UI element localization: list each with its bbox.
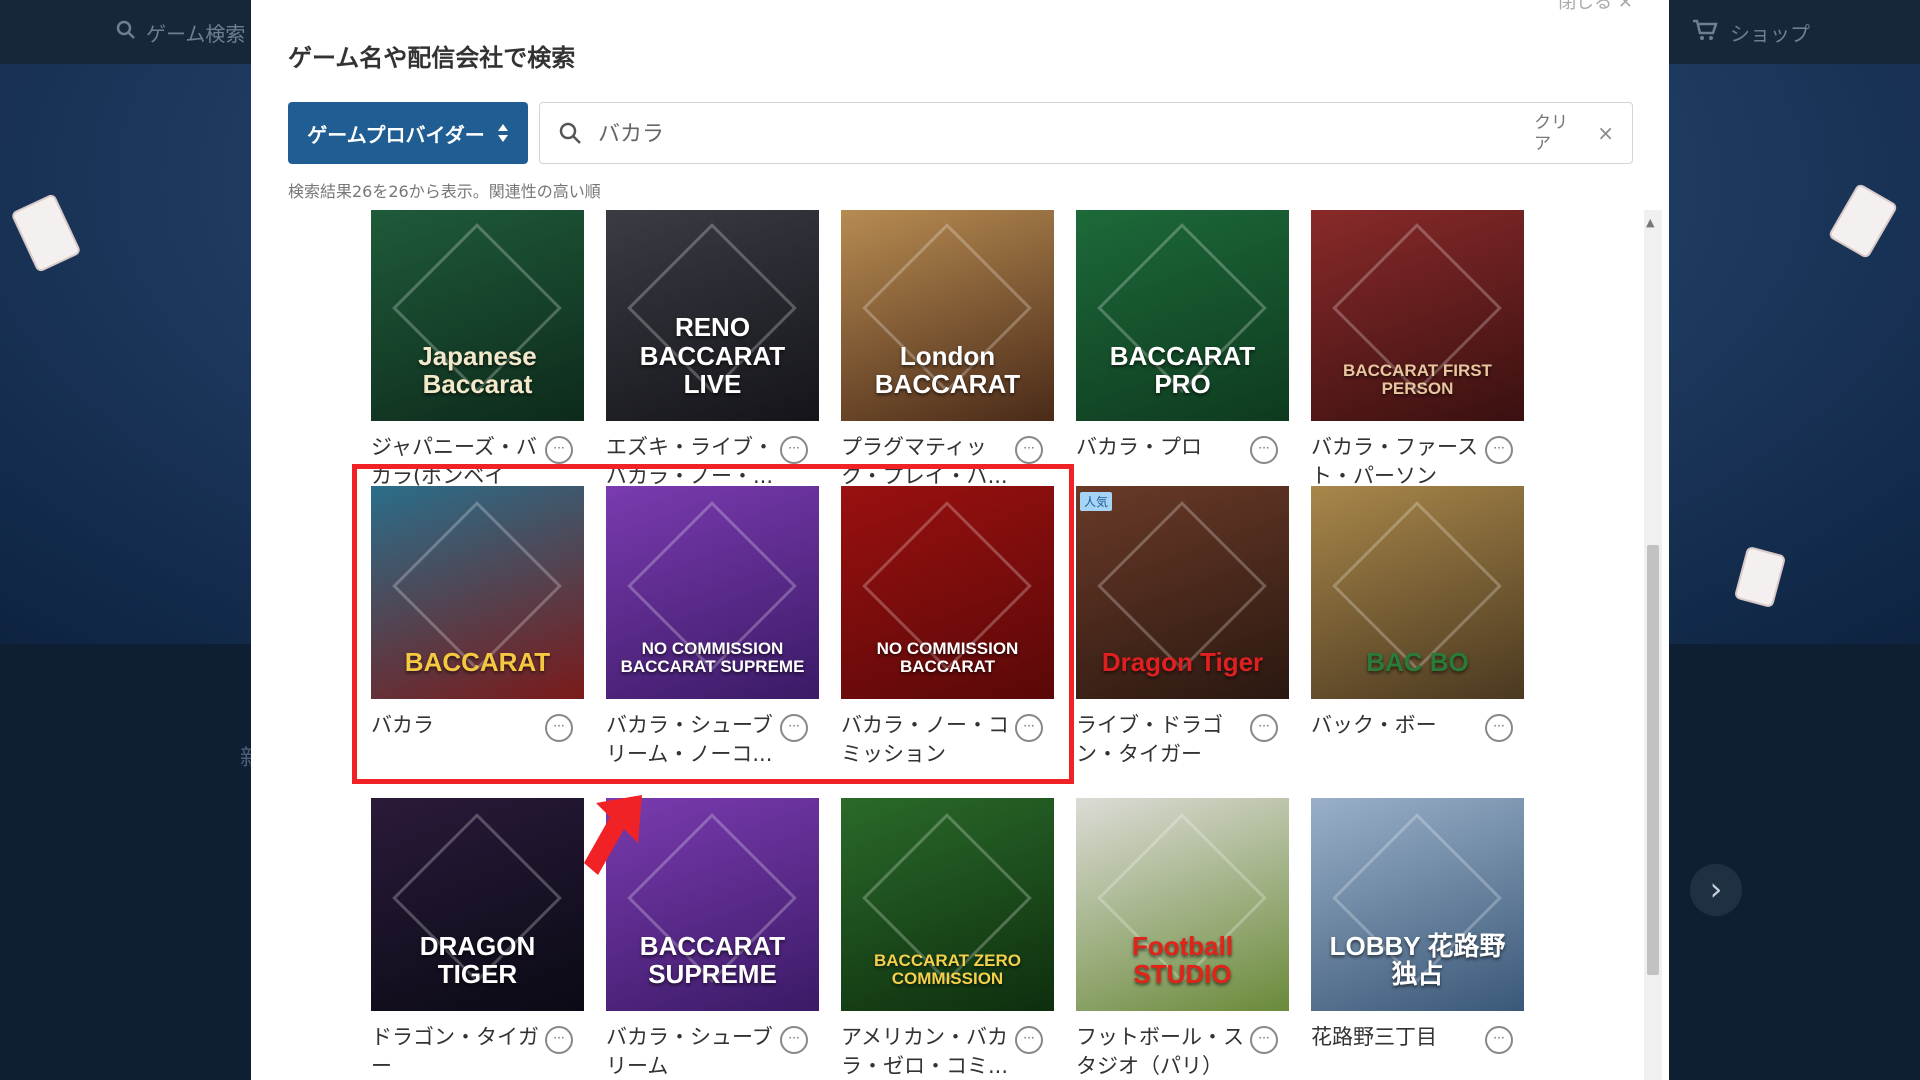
search-icon [558,121,584,147]
game-title[interactable]: プラグマティック・プレイ・バ... [841,433,1011,491]
more-options-icon[interactable]: ··· [1015,436,1043,464]
search-modal: 閉じる ✕ ゲーム名や配信会社で検索 ゲームプロバイダー クリア × 検索結果2… [251,0,1669,1080]
game-tile[interactable]: NO COMMISSION BACCARAT SUPREME [606,486,819,699]
game-title[interactable]: ドラゴン・タイガー [371,1023,541,1080]
game-tile[interactable]: London BACCARAT [841,210,1054,421]
more-options-icon[interactable]: ··· [780,714,808,742]
more-options-icon[interactable]: ··· [780,1026,808,1054]
game-thumbnail-title: BACCARAT SUPREME [639,930,786,990]
game-tile[interactable]: BACCARAT ZERO COMMISSION [841,798,1054,1011]
game-thumbnail-art [392,501,562,671]
game-tile[interactable]: BACCARAT PRO [1076,210,1289,421]
game-tile[interactable]: Football STUDIO [1076,798,1289,1011]
more-options-icon[interactable]: ··· [780,436,808,464]
game-tile[interactable]: LOBBY 花路野 独占 [1311,798,1524,1011]
game-thumbnail-title: BACCARAT FIRST PERSON [1343,360,1492,399]
clear-icon[interactable]: × [1597,121,1614,145]
more-options-icon[interactable]: ··· [545,714,573,742]
game-tile[interactable]: BACCARAT FIRST PERSON [1311,210,1524,421]
carousel-next-button[interactable]: › [1690,864,1742,916]
game-tile[interactable]: BACCARAT [371,486,584,699]
clear-button[interactable]: クリア [1534,113,1574,155]
game-thumbnail-art [1332,501,1502,671]
more-options-icon[interactable]: ··· [1485,714,1513,742]
shop-link[interactable]: ショップ [1692,18,1810,47]
game-title[interactable]: バカラ [371,711,541,740]
search-icon [116,20,136,45]
more-options-icon[interactable]: ··· [1015,1026,1043,1054]
game-thumbnail-title: London BACCARAT [874,340,1021,400]
game-title[interactable]: バック・ボー [1311,711,1481,740]
game-title[interactable]: バカラ・ノー・コミッション [841,711,1011,769]
search-input[interactable] [598,119,1498,144]
game-title[interactable]: アメリカン・バカラ・ゼロ・コミ... [841,1023,1011,1080]
background-search-label: ゲーム検索 [146,22,246,46]
game-tile[interactable]: RENO BACCARAT LIVE [606,210,819,421]
search-box[interactable]: クリア × [539,102,1633,164]
more-options-icon[interactable]: ··· [1015,714,1043,742]
more-options-icon[interactable]: ··· [1250,1026,1278,1054]
game-thumbnail-title: DRAGON TIGER [419,930,536,990]
shop-label: ショップ [1730,22,1810,46]
background-search[interactable]: ゲーム検索 [116,18,245,47]
game-thumbnail-art [1097,501,1267,671]
game-thumbnail-title: Football STUDIO [1131,930,1234,990]
provider-filter-button[interactable]: ゲームプロバイダー [288,102,528,164]
scrollbar[interactable]: ▲ [1644,210,1662,1080]
game-tile[interactable]: Japanese Baccarat [371,210,584,421]
more-options-icon[interactable]: ··· [545,436,573,464]
game-tile[interactable]: NO COMMISSION BACCARAT [841,486,1054,699]
game-title[interactable]: バカラ・シューブリーム [606,1023,776,1080]
game-thumbnail-title: RENO BACCARAT LIVE [639,312,786,400]
modal-title: ゲーム名や配信会社で検索 [288,44,576,72]
more-options-icon[interactable]: ··· [1485,436,1513,464]
game-tile[interactable]: Dragon Tiger 人気 [1076,486,1289,699]
scroll-up-icon[interactable]: ▲ [1646,216,1654,229]
pointer-arrow-icon [584,795,642,875]
game-thumbnail-title: BAC BO [1366,647,1469,678]
game-thumbnail-title: Japanese Baccarat [418,340,537,400]
game-grid: Japanese Baccaratジャパニーズ・バカラ(ボンベイク...···R… [251,210,1669,1080]
close-button[interactable]: 閉じる ✕ [1558,0,1633,14]
more-options-icon[interactable]: ··· [1485,1026,1513,1054]
game-title[interactable]: エズキ・ライブ・バカラ・ノー・... [606,433,776,491]
game-title[interactable]: 花路野三丁目 [1311,1023,1481,1052]
cart-icon [1692,19,1718,46]
game-thumbnail-title: BACCARAT ZERO COMMISSION [873,950,1021,989]
provider-filter-label: ゲームプロバイダー [307,122,485,147]
popular-badge: 人気 [1080,492,1113,511]
game-tile[interactable]: BAC BO [1311,486,1524,699]
game-title[interactable]: フットボール・スタジオ（パリ） [1076,1023,1246,1080]
more-options-icon[interactable]: ··· [1250,714,1278,742]
game-thumbnail-title: LOBBY 花路野 独占 [1329,930,1506,990]
more-options-icon[interactable]: ··· [1250,436,1278,464]
scrollbar-thumb[interactable] [1647,545,1659,975]
game-thumbnail-title: Dragon Tiger [1101,647,1264,678]
game-title[interactable]: ライブ・ドラゴン・タイガー [1076,711,1246,769]
game-thumbnail-title: BACCARAT PRO [1109,340,1256,400]
more-options-icon[interactable]: ··· [545,1026,573,1054]
game-tile[interactable]: DRAGON TIGER [371,798,584,1011]
game-thumbnail-title: BACCARAT [404,647,551,678]
game-title[interactable]: バカラ・プロ [1076,433,1246,462]
result-count: 検索結果26を26から表示。関連性の高い順 [288,182,601,201]
game-title[interactable]: バカラ・ファースト・パーソン [1311,433,1481,491]
game-title[interactable]: バカラ・シューブリーム・ノーコ... [606,711,776,769]
sort-icon [497,123,509,143]
game-thumbnail-title: NO COMMISSION BACCARAT [876,638,1019,677]
game-thumbnail-title: NO COMMISSION BACCARAT SUPREME [620,638,805,677]
